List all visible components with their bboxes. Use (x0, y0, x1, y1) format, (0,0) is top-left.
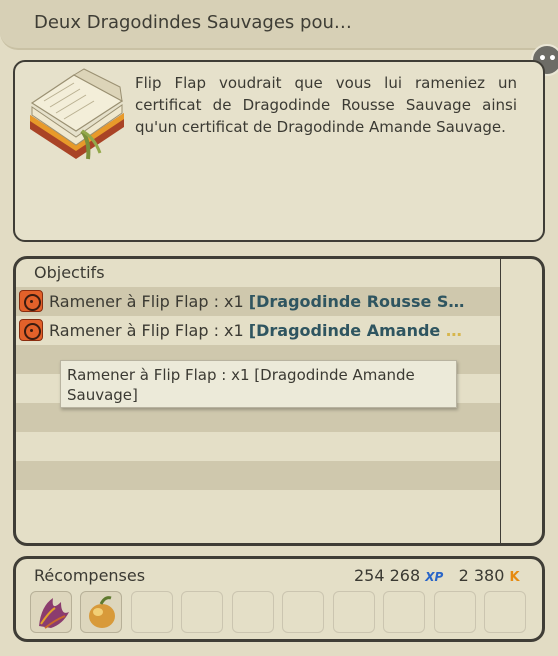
rewards-header: Récompenses (34, 566, 146, 585)
seed-reward-icon (89, 596, 115, 628)
compass-icon (19, 319, 43, 341)
reward-slot-3[interactable] (131, 591, 173, 633)
reward-slot-4[interactable] (181, 591, 223, 633)
quest-book-icon (30, 68, 124, 160)
quest-description-text: Flip Flap voudrait que vous lui rameniez… (135, 74, 517, 136)
reward-slot-6[interactable] (282, 591, 324, 633)
objective-ellipsis: … (448, 292, 465, 311)
objective-item-link[interactable]: [Dragodinde Rousse S (249, 292, 449, 311)
reward-slot-10[interactable] (484, 591, 526, 633)
compass-icon (19, 290, 43, 312)
reward-slot-1[interactable] (30, 591, 72, 633)
xp-value: 254 268 (354, 566, 421, 585)
kamas-icon: K (509, 570, 520, 585)
objective-row[interactable]: Ramener à Flip Flap : x1 [Dragodinde Ama… (16, 316, 500, 345)
empty-row (16, 490, 500, 519)
reward-slot-8[interactable] (383, 591, 425, 633)
objective-tooltip: Ramener à Flip Flap : x1 [Dragodinde Ama… (60, 360, 457, 408)
quest-description-panel: Flip Flap voudrait que vous lui rameniez… (13, 60, 545, 242)
objective-item-link[interactable]: [Dragodinde Amande (249, 321, 446, 340)
objective-label: Ramener à Flip Flap : x1 (49, 292, 249, 311)
leaf-reward-icon (39, 598, 69, 629)
objective-label: Ramener à Flip Flap : x1 (49, 321, 249, 340)
reward-slot-5[interactable] (232, 591, 274, 633)
reward-slot-7[interactable] (333, 591, 375, 633)
kamas-value: 2 380 (458, 566, 505, 585)
reward-slot-2[interactable] (80, 591, 122, 633)
objectives-scrollbar[interactable] (500, 259, 501, 543)
objective-row[interactable]: Ramener à Flip Flap : x1 [Dragodinde Rou… (16, 287, 500, 316)
objective-ellipsis: … (445, 321, 462, 340)
quest-title: Deux Dragodindes Sauvages pou… (34, 12, 352, 33)
quest-title-bar: Deux Dragodindes Sauvages pou… (0, 0, 558, 50)
rewards-values: 254 268 XP 2 380 K (354, 566, 520, 585)
reward-slot-9[interactable] (434, 591, 476, 633)
objectives-header: Objectifs (34, 263, 105, 282)
empty-row (16, 432, 500, 461)
empty-row (16, 461, 500, 490)
rewards-panel: Récompenses 254 268 XP 2 380 K (13, 556, 545, 642)
xp-icon: XP (425, 570, 444, 584)
